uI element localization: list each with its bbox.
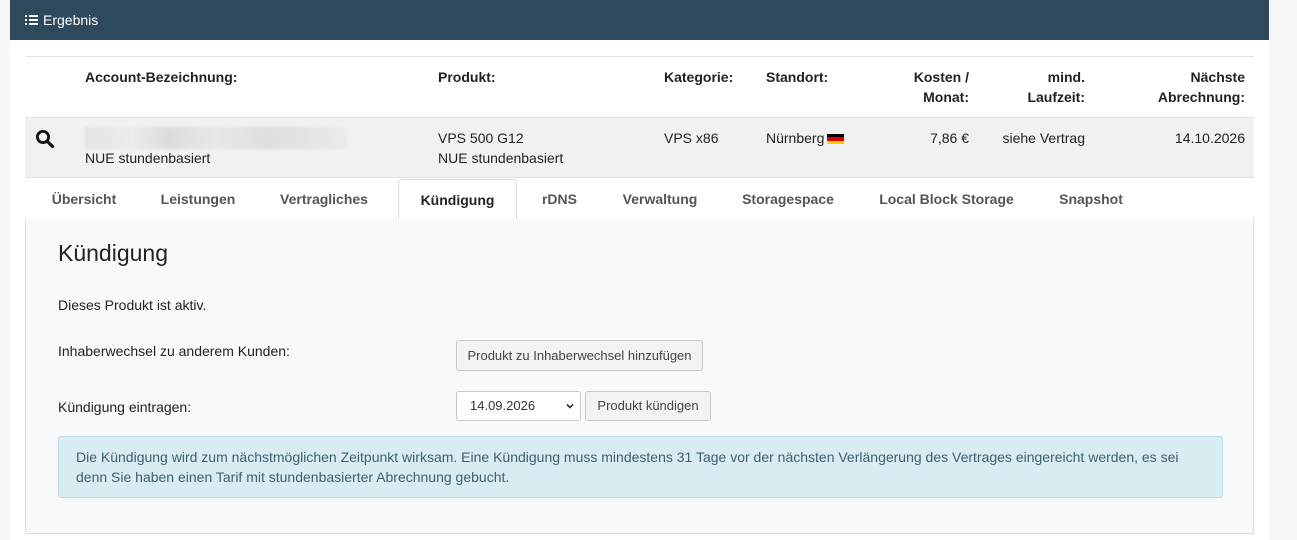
cancel-date-value: 14.09.2026 — [470, 398, 536, 413]
result-panel: Ergebnis Account-Bezeichnung: Produkt: K… — [10, 0, 1269, 540]
add-owner-change-button[interactable]: Produkt zu Inhaberwechsel hinzufügen — [456, 340, 703, 371]
product-line1: VPS 500 G12 — [438, 130, 524, 146]
account-subtitle: NUE stundenbasiert — [85, 150, 211, 166]
table-row: NUE stundenbasiert VPS 500 G12 NUE stund… — [25, 118, 1254, 178]
header-term-line1: mind. — [1047, 69, 1085, 85]
tab-services[interactable]: Leistungen — [145, 178, 251, 220]
product-line2: NUE stundenbasiert — [438, 150, 564, 166]
tab-snapshot[interactable]: Snapshot — [1046, 178, 1136, 220]
info-alert: Die Kündigung wird zum nächstmöglichen Z… — [58, 436, 1223, 498]
header-term-line2: Laufzeit: — [1027, 89, 1085, 105]
tab-contract[interactable]: Vertragliches — [265, 178, 383, 220]
account-name-redacted — [85, 127, 347, 149]
tab-rdns[interactable]: rDNS — [530, 178, 589, 220]
owner-change-label: Inhaberwechsel zu anderem Kunden: — [58, 343, 290, 359]
page-margin — [1269, 0, 1297, 540]
header-account: Account-Bezeichnung: — [85, 69, 238, 85]
status-text: Dieses Produkt ist aktiv. — [58, 297, 207, 313]
tab-overview[interactable]: Übersicht — [35, 178, 133, 220]
tab-bar: Übersicht Leistungen Vertragliches Kündi… — [25, 178, 1254, 222]
tab-storagespace[interactable]: Storagespace — [730, 178, 846, 220]
panel-title: Ergebnis — [43, 12, 99, 28]
cancel-product-button[interactable]: Produkt kündigen — [585, 391, 711, 421]
tab-local-block-storage[interactable]: Local Block Storage — [868, 178, 1025, 220]
header-cost-line1: Kosten / — [913, 69, 969, 85]
panel-heading: Ergebnis — [10, 0, 1269, 40]
search-icon[interactable] — [35, 129, 55, 149]
header-cost: Kosten / Monat: — [885, 67, 969, 107]
header-billing-line2: Abrechnung: — [1157, 89, 1245, 105]
header-product: Produkt: — [438, 69, 496, 85]
term-value: siehe Vertrag — [1002, 130, 1086, 146]
product-name: VPS 500 G12 NUE stundenbasiert — [438, 128, 563, 168]
table-header: Account-Bezeichnung: Produkt: Kategorie:… — [25, 57, 1254, 118]
product-table: Account-Bezeichnung: Produkt: Kategorie:… — [25, 56, 1254, 178]
category-value: VPS x86 — [664, 130, 719, 146]
header-next-billing: Nächste Abrechnung: — [1125, 67, 1245, 107]
header-billing-line1: Nächste — [1190, 69, 1245, 85]
cancellation-pane: Kündigung Dieses Produkt ist aktiv. Inha… — [25, 219, 1254, 534]
next-billing-value: 14.10.2026 — [1174, 130, 1245, 146]
page-title: Kündigung — [58, 240, 168, 266]
header-term: mind. Laufzeit: — [985, 67, 1085, 107]
chevron-down-icon — [566, 403, 574, 409]
german-flag-icon — [827, 134, 845, 144]
location-text: Nürnberg — [766, 130, 825, 146]
cancel-date-select[interactable]: 14.09.2026 — [456, 391, 581, 421]
header-cost-line2: Monat: — [923, 89, 969, 105]
cancel-label: Kündigung eintragen: — [58, 399, 192, 415]
cost-value: 7,86 € — [930, 130, 969, 146]
header-location: Standort: — [766, 69, 829, 85]
list-icon — [25, 14, 38, 26]
tab-cancellation[interactable]: Kündigung — [398, 179, 517, 222]
header-category: Kategorie: — [664, 69, 734, 85]
tab-management[interactable]: Verwaltung — [610, 178, 710, 220]
location-value: Nürnberg — [766, 128, 845, 148]
